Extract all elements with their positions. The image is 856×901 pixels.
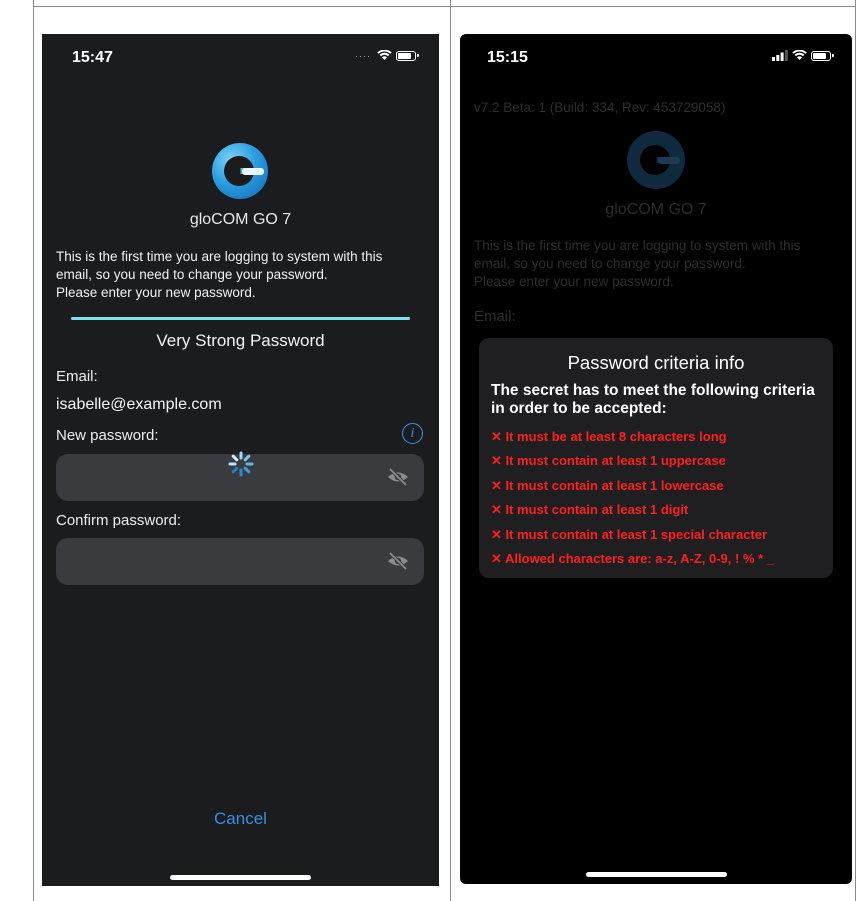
email-label: Email: (56, 368, 98, 385)
new-password-label: New password: (56, 427, 159, 444)
email-value: isabelle@example.com (56, 396, 222, 413)
cellular-signal-icon (772, 50, 788, 61)
criteria-item: ✕ Allowed characters are: a-z, A-Z, 0-9,… (491, 551, 775, 566)
password-criteria-dialog: Password criteria info The secret has to… (479, 338, 833, 578)
cancel-button[interactable]: Cancel (42, 809, 439, 829)
confirm-password-input[interactable] (56, 538, 424, 585)
confirm-password-label: Confirm password: (56, 512, 182, 529)
signal-dots-icon: ···· (355, 50, 371, 61)
password-strength-bar (71, 317, 410, 320)
frame-line-left (33, 0, 34, 901)
frame-line-middle (450, 0, 451, 901)
dialog-title: Password criteria info (567, 352, 745, 373)
eye-slash-icon[interactable] (387, 552, 409, 570)
criteria-item: ✕ It must be at least 8 characters long (491, 429, 727, 444)
criteria-item: ✕ It must contain at least 1 special cha… (491, 527, 768, 542)
password-strength-label: Very Strong Password (156, 331, 325, 350)
home-indicator[interactable] (586, 872, 727, 877)
intro-text: This is the first time you are logging t… (56, 249, 383, 300)
right-phone-screen: 15:15 v7.2 Beta: 1 (Build: 334, Rev: 453… (460, 34, 852, 884)
app-name: gloCOM GO 7 (605, 201, 707, 218)
app-logo (627, 131, 685, 189)
dialog-subtitle: The secret has to meet the following cri… (491, 382, 815, 417)
status-icons (772, 50, 834, 61)
wifi-icon (377, 50, 392, 60)
version-text: v7.2 Beta: 1 (Build: 334, Rev: 453729058… (474, 100, 726, 115)
battery-icon (396, 50, 419, 61)
status-icons: ···· (355, 50, 419, 61)
info-icon[interactable]: i (402, 423, 423, 444)
loading-spinner-icon (228, 451, 254, 477)
wifi-icon (792, 50, 807, 60)
status-time: 15:47 (72, 49, 113, 66)
app-name: gloCOM GO 7 (189, 211, 292, 228)
criteria-item: ✕ It must contain at least 1 digit (491, 502, 689, 517)
status-time: 15:15 (487, 49, 528, 66)
criteria-item: ✕ It must contain at least 1 uppercase (491, 453, 726, 468)
frame-line-top (33, 6, 856, 7)
battery-icon (811, 50, 834, 61)
eye-slash-icon[interactable] (387, 468, 409, 486)
app-logo (212, 143, 268, 199)
home-indicator[interactable] (170, 875, 311, 880)
criteria-item: ✕ It must contain at least 1 lowercase (491, 478, 724, 493)
intro-text: This is the first time you are logging t… (474, 238, 801, 289)
left-phone-screen: 15:47 ···· gloCOM GO 7 This is the first… (42, 34, 439, 886)
email-label: Email: (474, 308, 516, 325)
